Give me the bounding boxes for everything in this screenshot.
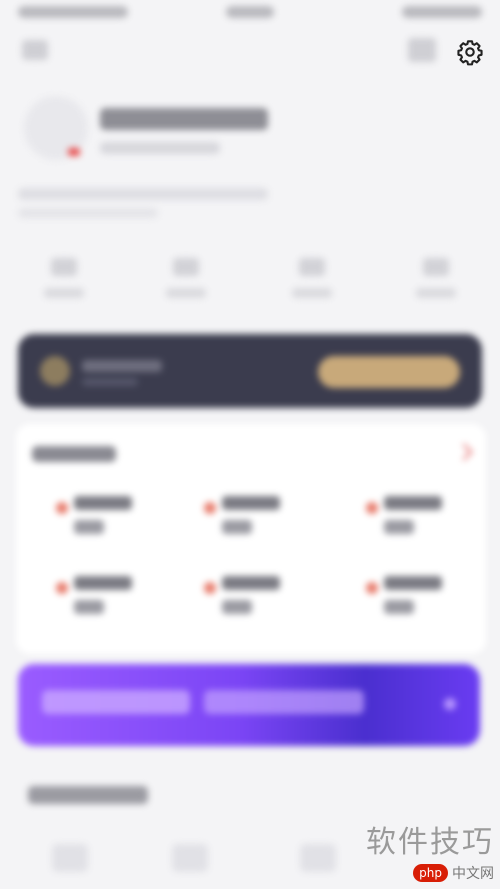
stat-item[interactable] [24, 252, 104, 312]
avatar-badge [68, 148, 80, 156]
watermark-site: 中文网 [452, 866, 494, 882]
gear-icon[interactable] [456, 38, 484, 66]
username-blurred [100, 108, 268, 130]
status-bar [0, 0, 500, 28]
tool-item[interactable] [56, 496, 166, 552]
php-logo: php [413, 864, 448, 882]
tool-item[interactable] [366, 576, 476, 632]
section-title-blurred [28, 786, 148, 804]
tool-item[interactable] [56, 576, 166, 632]
tool-item[interactable] [366, 496, 476, 552]
stat-item[interactable] [396, 252, 476, 312]
promo-dot [444, 698, 456, 710]
bio-line-2-blurred [18, 208, 158, 218]
stat-item[interactable] [272, 252, 352, 312]
section-item[interactable] [52, 844, 88, 872]
tool-item[interactable] [204, 496, 314, 552]
watermark: 软件技巧 php 中文网 [294, 817, 494, 883]
promo-text-2-blurred [204, 690, 364, 714]
watermark-title: 软件技巧 [366, 825, 494, 860]
bio-line-blurred [18, 188, 268, 200]
status-time-blurred [226, 6, 274, 18]
vip-subtitle-blurred [82, 378, 138, 386]
avatar[interactable] [24, 96, 88, 160]
profile-header[interactable] [24, 96, 324, 176]
tools-card-title-blurred [32, 446, 116, 462]
promo-banner[interactable] [18, 664, 480, 746]
vip-crown-icon [40, 356, 70, 386]
tools-card [16, 424, 486, 654]
scan-icon-blurred[interactable] [408, 38, 436, 62]
vip-title-blurred [82, 360, 162, 372]
watermark-logo: php 中文网 [413, 863, 494, 883]
menu-icon-blurred[interactable] [22, 40, 48, 60]
stat-item[interactable] [146, 252, 226, 312]
user-id-blurred [100, 142, 220, 154]
chevron-right-icon[interactable] [455, 443, 473, 461]
status-icons-blurred [402, 6, 482, 18]
status-carrier-blurred [18, 6, 128, 18]
promo-text-blurred [42, 690, 190, 714]
stats-row [0, 252, 500, 316]
vip-open-button[interactable] [318, 356, 460, 388]
tool-item[interactable] [204, 576, 314, 632]
vip-banner[interactable] [18, 334, 482, 408]
section-item[interactable] [172, 844, 208, 872]
